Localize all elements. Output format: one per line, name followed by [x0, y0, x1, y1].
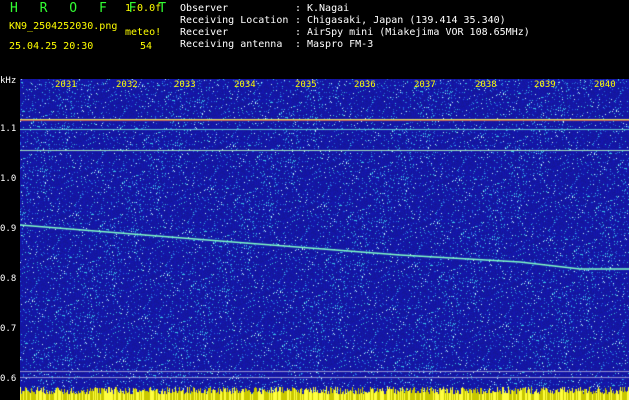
observer-label: Observer — [180, 3, 229, 14]
meteo-count: 54 — [140, 41, 153, 52]
x-tick-label: 2034 — [234, 80, 256, 90]
x-tick-label: 2040 — [594, 80, 616, 90]
x-tick-label: 2032 — [116, 80, 138, 90]
x-tick-label: 2037 — [414, 80, 436, 90]
x-tick-label: 2031 — [55, 80, 77, 90]
antenna-value: Maspro FM-3 — [307, 39, 374, 50]
x-tick-label: 2033 — [174, 80, 196, 90]
filename-label: KN9_2504252030.png — [9, 21, 118, 32]
y-tick-label: 1.0 — [0, 174, 17, 184]
observer-value: K.Nagai — [307, 3, 350, 14]
y-tick-label: 0.9 — [0, 224, 17, 234]
y-tick-label: 1.1 — [0, 124, 17, 134]
spectrogram-area — [20, 79, 629, 400]
x-tick-label: 2039 — [534, 80, 556, 90]
separator: : — [295, 39, 302, 50]
location-value: Chigasaki, Japan (139.414 35.340) — [307, 15, 506, 26]
separator: : — [295, 27, 302, 38]
version-label: 1.0.0f — [125, 3, 162, 14]
y-tick-label: 0.7 — [0, 324, 17, 334]
spectrogram-canvas — [20, 79, 629, 400]
y-tick-label: 0.6 — [0, 374, 17, 384]
x-tick-label: 2038 — [475, 80, 497, 90]
x-tick-label: 2035 — [295, 80, 317, 90]
y-axis: kHz 1.1 1.0 0.9 0.8 0.7 0.6 — [0, 76, 20, 400]
y-axis-unit: kHz — [0, 76, 17, 86]
receiver-value: AirSpy mini (Miakejima VOR 108.65MHz) — [307, 27, 530, 38]
location-label: Receiving Location — [180, 15, 289, 26]
y-tick-label: 0.8 — [0, 274, 17, 284]
x-tick-label: 2036 — [354, 80, 376, 90]
receiver-label: Receiver — [180, 27, 229, 38]
meteo-label: meteo! — [125, 27, 162, 38]
datetime-label: 25.04.25 20:30 — [9, 41, 94, 52]
antenna-label: Receiving antenna — [180, 39, 283, 50]
separator: : — [295, 15, 302, 26]
separator: : — [295, 3, 302, 14]
header-bar: H R O F F T 1.0.0f KN9_2504252030.png 25… — [0, 0, 629, 76]
